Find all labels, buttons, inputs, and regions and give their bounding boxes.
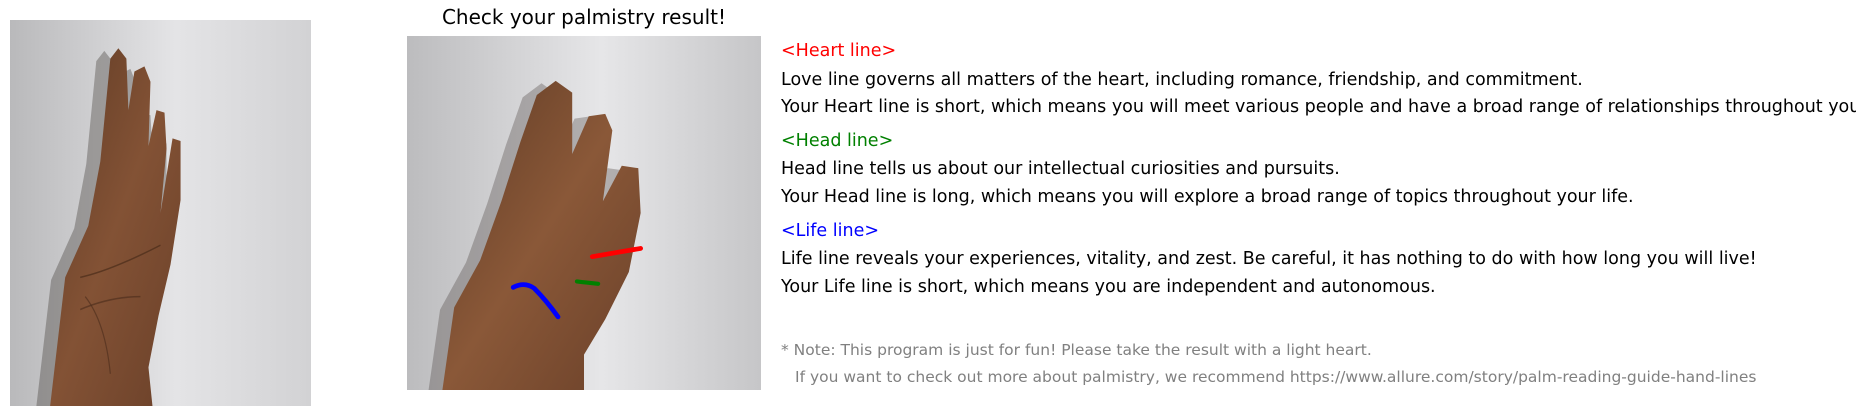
heart-line-result: Your Heart line is short, which means yo… xyxy=(781,97,1856,117)
heart-line-description: Love line governs all matters of the hea… xyxy=(781,70,1583,90)
life-line-result: Your Life line is short, which means you… xyxy=(781,277,1436,297)
head-line-description: Head line tells us about our intellectua… xyxy=(781,159,1340,179)
head-line-mark xyxy=(574,279,601,286)
hand-photo-image xyxy=(10,20,311,406)
life-line-header: <Life line> xyxy=(781,221,880,241)
note-disclaimer: * Note: This program is just for fun! Pl… xyxy=(781,341,1372,359)
original-hand-photo xyxy=(10,20,311,406)
result-title: Check your palmistry result! xyxy=(441,5,727,29)
annotated-hand-image xyxy=(407,36,761,390)
note-reference: If you want to check out more about palm… xyxy=(795,368,1757,386)
annotated-hand-photo xyxy=(407,36,761,390)
head-line-result: Your Head line is long, which means you … xyxy=(781,187,1634,207)
head-line-header: <Head line> xyxy=(781,131,894,151)
life-line-description: Life line reveals your experiences, vita… xyxy=(781,249,1757,269)
heart-line-header: <Heart line> xyxy=(781,41,897,61)
